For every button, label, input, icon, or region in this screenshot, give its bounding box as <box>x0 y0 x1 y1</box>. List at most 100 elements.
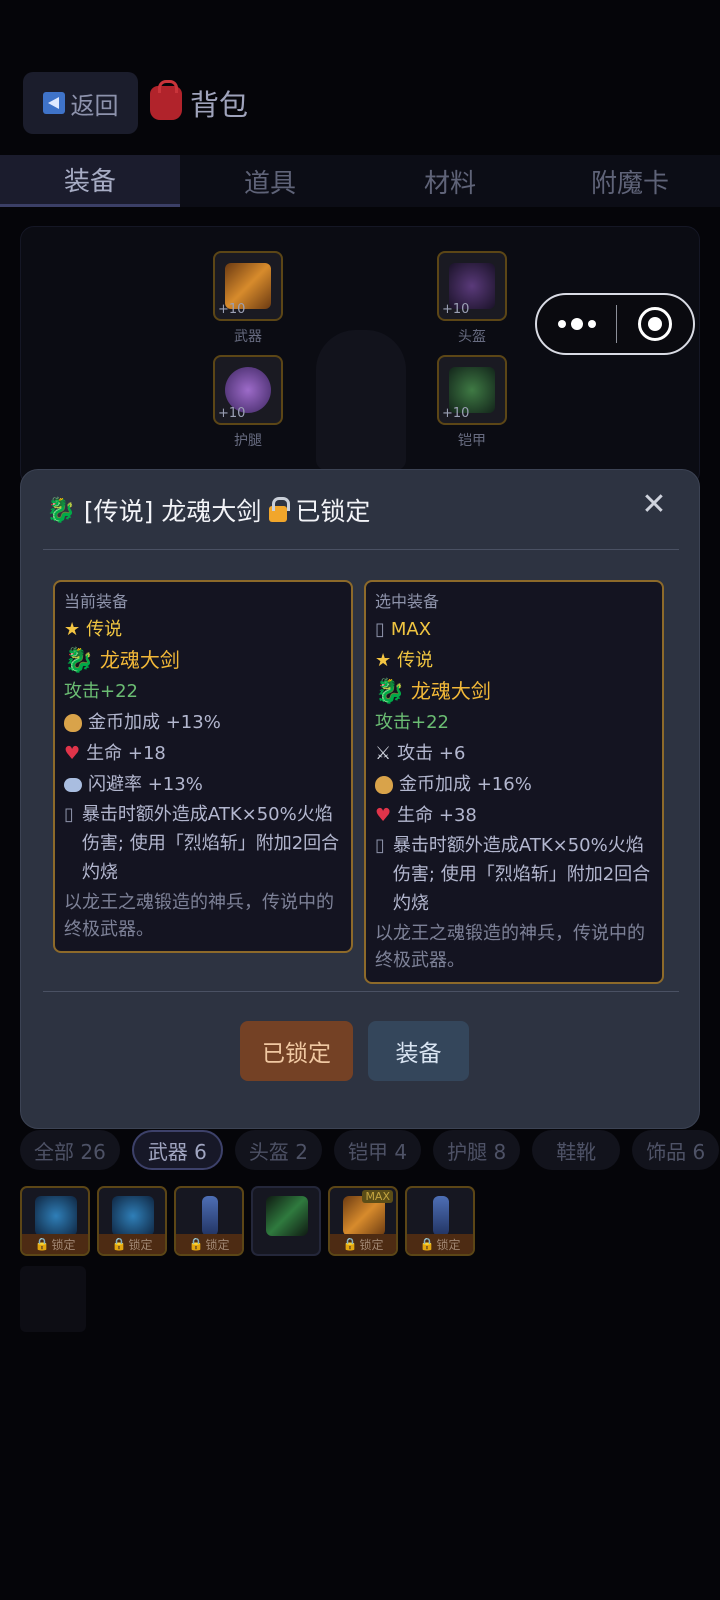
filter-armor[interactable]: 铠甲 4 <box>334 1130 422 1170</box>
equip-button[interactable]: 装备 <box>368 1021 469 1081</box>
category-tabs: 装备 道具 材料 附魔卡 <box>0 155 720 207</box>
stat-row: ♥ 生命 +18 <box>64 738 342 769</box>
inventory-item[interactable]: 🔒 锁定 <box>174 1186 244 1256</box>
lock-badge: 🔒 锁定 <box>22 1234 88 1254</box>
inventory-item[interactable]: 🔒 锁定 <box>97 1186 167 1256</box>
page-title: 背包 <box>150 80 249 124</box>
slot-helmet[interactable]: +10 <box>437 251 507 321</box>
attack-stat: 攻击+22 <box>375 712 449 733</box>
lock-badge: 🔒 锁定 <box>407 1234 473 1254</box>
stat-text: 生命 +38 <box>397 805 477 826</box>
card-header: 选中装备 <box>375 592 440 611</box>
money-bag-icon <box>64 713 82 732</box>
dragon-sword-icon <box>35 1196 77 1236</box>
close-button[interactable]: ✕ <box>639 490 669 520</box>
card-header: 当前装备 <box>64 592 129 611</box>
wind-icon <box>64 777 82 792</box>
rarity-text: 传说 <box>397 650 434 671</box>
item-title: [传说] 龙魂大剑 <box>83 497 262 526</box>
dagger-icon <box>202 1196 218 1236</box>
stat-text: 金币加成 +16% <box>399 774 532 795</box>
empty-slot <box>20 1266 86 1332</box>
slot-label: 武器 <box>234 329 262 345</box>
rarity-text: 传说 <box>86 619 123 640</box>
max-row: ▯ MAX <box>375 614 653 645</box>
name-row: 🐉 龙魂大剑 <box>64 645 342 676</box>
star-icon: ★ <box>64 619 81 640</box>
item-description: 以龙王之魂锻造的神兵，传说中的终极武器。 <box>375 923 645 971</box>
stat-row: 闪避率 +13% <box>64 769 342 800</box>
heart-icon: ♥ <box>375 805 392 826</box>
slot-level: +10 <box>442 406 470 421</box>
filter-all[interactable]: 全部 26 <box>20 1130 120 1170</box>
stat-text: 生命 +18 <box>86 743 166 764</box>
filter-helmet[interactable]: 头盔 2 <box>234 1130 322 1170</box>
slot-label: 铠甲 <box>458 433 486 449</box>
more-menu-button[interactable] <box>537 318 616 330</box>
stat-row: 金币加成 +16% <box>375 769 653 800</box>
item-description: 以龙王之魂锻造的神兵，传说中的终极武器。 <box>64 892 334 940</box>
item-name: 龙魂大剑 <box>410 679 491 703</box>
green-sword-icon <box>266 1196 308 1236</box>
inventory-grid: 🔒 锁定 🔒 锁定 🔒 锁定 MAX 🔒 锁定 🔒 锁定 <box>20 1186 475 1256</box>
inventory-item[interactable]: MAX 🔒 锁定 <box>328 1186 398 1256</box>
locked-button[interactable]: 已锁定 <box>240 1021 353 1081</box>
modal-title: 🐉 [传说] 龙魂大剑 已锁定 <box>46 490 370 530</box>
stat-text: 攻击 +6 <box>397 743 466 764</box>
stat-row: ⚔ 攻击 +6 <box>375 738 653 769</box>
dragon-icon: 🐉 <box>46 496 76 524</box>
tab-enchant-cards[interactable]: 附魔卡 <box>540 155 720 207</box>
mini-program-capsule <box>535 293 695 355</box>
rarity-row: ★ 传说 <box>64 614 342 645</box>
tab-materials[interactable]: 材料 <box>360 155 540 207</box>
skill-text: 暴击时额外造成ATK×50%火焰伤害; 使用「烈焰斩」附加2回合灼烧 <box>81 804 340 883</box>
inventory-item[interactable] <box>251 1186 321 1256</box>
inventory-item[interactable]: 🔒 锁定 <box>20 1186 90 1256</box>
selected-equipment-card: 选中装备 ▯ MAX ★ 传说 🐉 龙魂大剑 攻击+22 ⚔ 攻击 +6 金币加… <box>364 580 664 984</box>
slot-leggings[interactable]: +10 <box>213 355 283 425</box>
slot-armor[interactable]: +10 <box>437 355 507 425</box>
filter-weapon[interactable]: 武器 6 <box>131 1130 223 1170</box>
skill-row: ▯ 暴击时额外造成ATK×50%火焰伤害; 使用「烈焰斩」附加2回合灼烧 <box>375 831 653 918</box>
lock-icon <box>269 497 291 522</box>
max-text: MAX <box>390 619 432 640</box>
top-bar: 返回 背包 <box>0 72 720 138</box>
character-silhouette <box>316 330 406 470</box>
slot-label: 护腿 <box>234 433 262 449</box>
stat-row: 金币加成 +13% <box>64 707 342 738</box>
back-button-label: 返回 <box>70 91 119 120</box>
skill-icon: ▯ <box>64 804 74 825</box>
tab-equipment[interactable]: 装备 <box>0 155 180 207</box>
page-title-text: 背包 <box>190 88 249 122</box>
divider <box>43 549 679 550</box>
dragon-sword-icon <box>112 1196 154 1236</box>
filter-boots[interactable]: 鞋靴 <box>532 1130 621 1170</box>
backpack-icon <box>150 80 182 120</box>
slot-level: +10 <box>218 302 246 317</box>
filter-leggings[interactable]: 护腿 8 <box>433 1130 521 1170</box>
lock-badge: 🔒 锁定 <box>176 1234 242 1254</box>
lock-badge: 🔒 锁定 <box>330 1234 396 1254</box>
tab-items[interactable]: 道具 <box>180 155 360 207</box>
divider <box>43 991 679 992</box>
max-badge: MAX <box>362 1190 393 1203</box>
star-icon: ★ <box>375 650 392 671</box>
skill-row: ▯ 暴击时额外造成ATK×50%火焰伤害; 使用「烈焰斩」附加2回合灼烧 <box>64 800 342 887</box>
back-button[interactable]: 返回 <box>23 72 138 134</box>
current-equipment-card: 当前装备 ★ 传说 🐉 龙魂大剑 攻击+22 金币加成 +13% ♥ 生命 +1… <box>53 580 353 953</box>
rarity-row: ★ 传说 <box>375 645 653 676</box>
heart-icon: ♥ <box>64 743 81 764</box>
filter-bar: 全部 26 武器 6 头盔 2 铠甲 4 护腿 8 鞋靴 饰品 6 <box>20 1130 720 1170</box>
name-row: 🐉 龙魂大剑 <box>375 676 653 707</box>
slot-label: 头盔 <box>458 329 486 345</box>
skill-text: 暴击时额外造成ATK×50%火焰伤害; 使用「烈焰斩」附加2回合灼烧 <box>392 835 651 914</box>
stat-text: 金币加成 +13% <box>88 712 221 733</box>
slot-level: +10 <box>218 406 246 421</box>
dagger-icon <box>433 1196 449 1236</box>
slot-weapon[interactable]: +10 <box>213 251 283 321</box>
inventory-item[interactable]: 🔒 锁定 <box>405 1186 475 1256</box>
close-app-button[interactable] <box>617 307 693 341</box>
lock-badge: 🔒 锁定 <box>99 1234 165 1254</box>
filter-accessory[interactable]: 饰品 6 <box>632 1130 720 1170</box>
lock-status: 已锁定 <box>295 497 371 526</box>
